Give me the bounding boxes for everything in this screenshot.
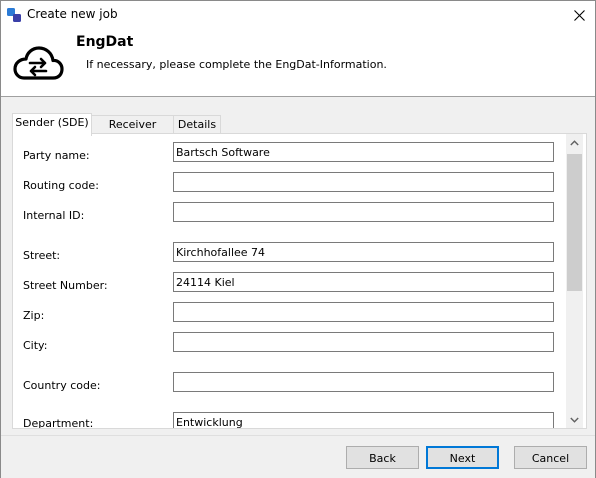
street-number-input[interactable] (173, 272, 554, 292)
internal-id-label: Internal ID: (23, 209, 85, 222)
dialog-window: Create new job EngDat If necessary, plea… (0, 0, 596, 478)
routing-code-label: Routing code: (23, 179, 99, 192)
city-input[interactable] (173, 332, 554, 352)
sender-form-panel: Party name: Routing code: Internal ID: S… (12, 133, 587, 429)
department-input[interactable] (173, 412, 554, 428)
title-bar: Create new job (1, 1, 595, 29)
scroll-down-button[interactable] (566, 411, 583, 428)
party-name-input[interactable] (173, 142, 554, 162)
window-title: Create new job (27, 7, 118, 21)
close-icon (573, 9, 585, 21)
chevron-up-icon (570, 139, 579, 145)
close-button[interactable] (567, 5, 591, 25)
party-name-label: Party name: (23, 149, 90, 162)
zip-input[interactable] (173, 302, 554, 322)
dialog-footer: Back Next Cancel (1, 435, 595, 478)
cloud-sync-icon (13, 46, 64, 80)
vertical-scrollbar[interactable] (566, 134, 583, 428)
tab-details[interactable]: Details (173, 115, 221, 135)
next-button[interactable]: Next (426, 446, 499, 469)
app-logo-icon (7, 8, 21, 22)
zip-label: Zip: (23, 309, 45, 322)
city-label: City: (23, 339, 48, 352)
header-title: EngDat (76, 34, 134, 50)
department-label: Department: (23, 417, 94, 429)
header-subtitle: If necessary, please complete the EngDat… (86, 58, 387, 71)
dialog-header: EngDat If necessary, please complete the… (1, 29, 595, 97)
tab-sender[interactable]: Sender (SDE) (12, 113, 92, 136)
street-label: Street: (23, 249, 61, 262)
scrollbar-thumb[interactable] (567, 154, 582, 291)
country-code-input[interactable] (173, 372, 554, 392)
tab-receiver[interactable]: Receiver (RDE) (91, 115, 174, 149)
routing-code-input[interactable] (173, 172, 554, 192)
back-button[interactable]: Back (346, 446, 419, 469)
street-number-label: Street Number: (23, 279, 108, 292)
internal-id-input[interactable] (173, 202, 554, 222)
scroll-up-button[interactable] (566, 134, 583, 151)
country-code-label: Country code: (23, 379, 101, 392)
dialog-body: Sender (SDE) Receiver (RDE) Details Part… (1, 97, 595, 435)
street-input[interactable] (173, 242, 554, 262)
chevron-down-icon (570, 417, 579, 423)
cancel-button[interactable]: Cancel (514, 446, 587, 469)
